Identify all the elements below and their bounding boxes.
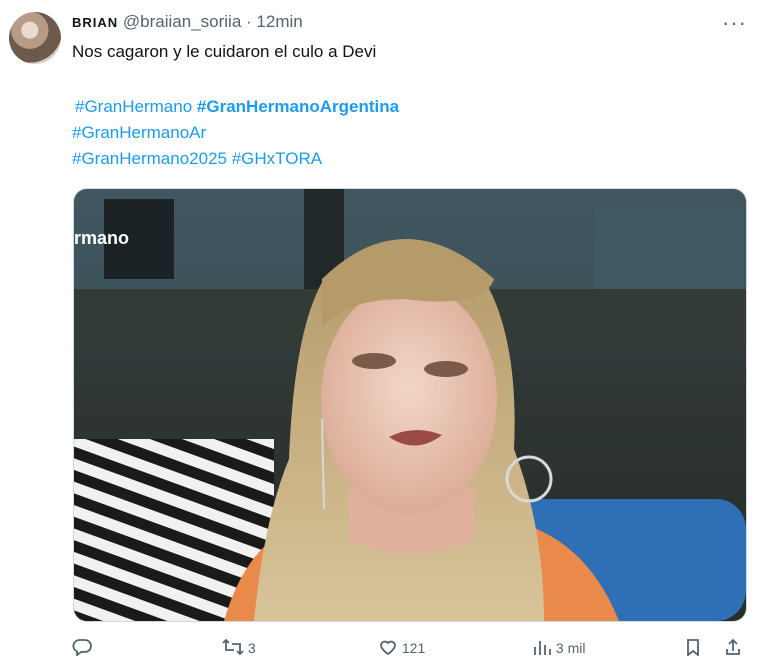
separator-dot: · (246, 12, 252, 31)
tweet-header: BRIAN @braiian_soriia · 12min (72, 12, 303, 32)
hashtag-link[interactable]: #GranHermano (75, 94, 192, 120)
more-options-button[interactable]: ··· (722, 10, 747, 36)
reply-icon (72, 639, 92, 656)
hashtag-link[interactable]: #GranHermanoArgentina (197, 94, 399, 120)
hashtag-link[interactable]: #GHxTORA (232, 146, 322, 172)
tweet-actions: 3 121 3 mil (72, 638, 752, 656)
timestamp[interactable]: 12min (256, 12, 302, 31)
share-button[interactable] (724, 638, 742, 656)
bookmark-button[interactable] (684, 638, 702, 656)
retweet-icon (222, 638, 244, 656)
display-name[interactable]: BRIAN (72, 15, 118, 30)
views-chart-icon (534, 641, 551, 655)
share-icon (726, 638, 740, 655)
heart-icon (380, 640, 396, 656)
avatar[interactable] (9, 12, 61, 64)
retweet-button[interactable]: 3 (222, 638, 256, 656)
views-button[interactable]: 3 mil (532, 638, 585, 656)
video-watermark: rmano (74, 228, 129, 248)
bookmark-icon (687, 639, 699, 656)
hashtag-block: #GranHermano #GranHermanoArgentina #Gran… (72, 94, 399, 172)
tweet-media-image[interactable]: rmano (73, 188, 747, 622)
tweet-text: Nos cagaron y le cuidaron el culo a Devi (72, 42, 377, 61)
reply-button[interactable] (72, 638, 92, 656)
media-picture: rmano (74, 189, 746, 621)
hashtag-link[interactable]: #GranHermanoAr (72, 120, 206, 146)
hashtag-link[interactable]: #GranHermano2025 (72, 146, 227, 172)
user-handle[interactable]: @braiian_soriia (123, 12, 241, 31)
like-button[interactable]: 121 (378, 638, 425, 656)
